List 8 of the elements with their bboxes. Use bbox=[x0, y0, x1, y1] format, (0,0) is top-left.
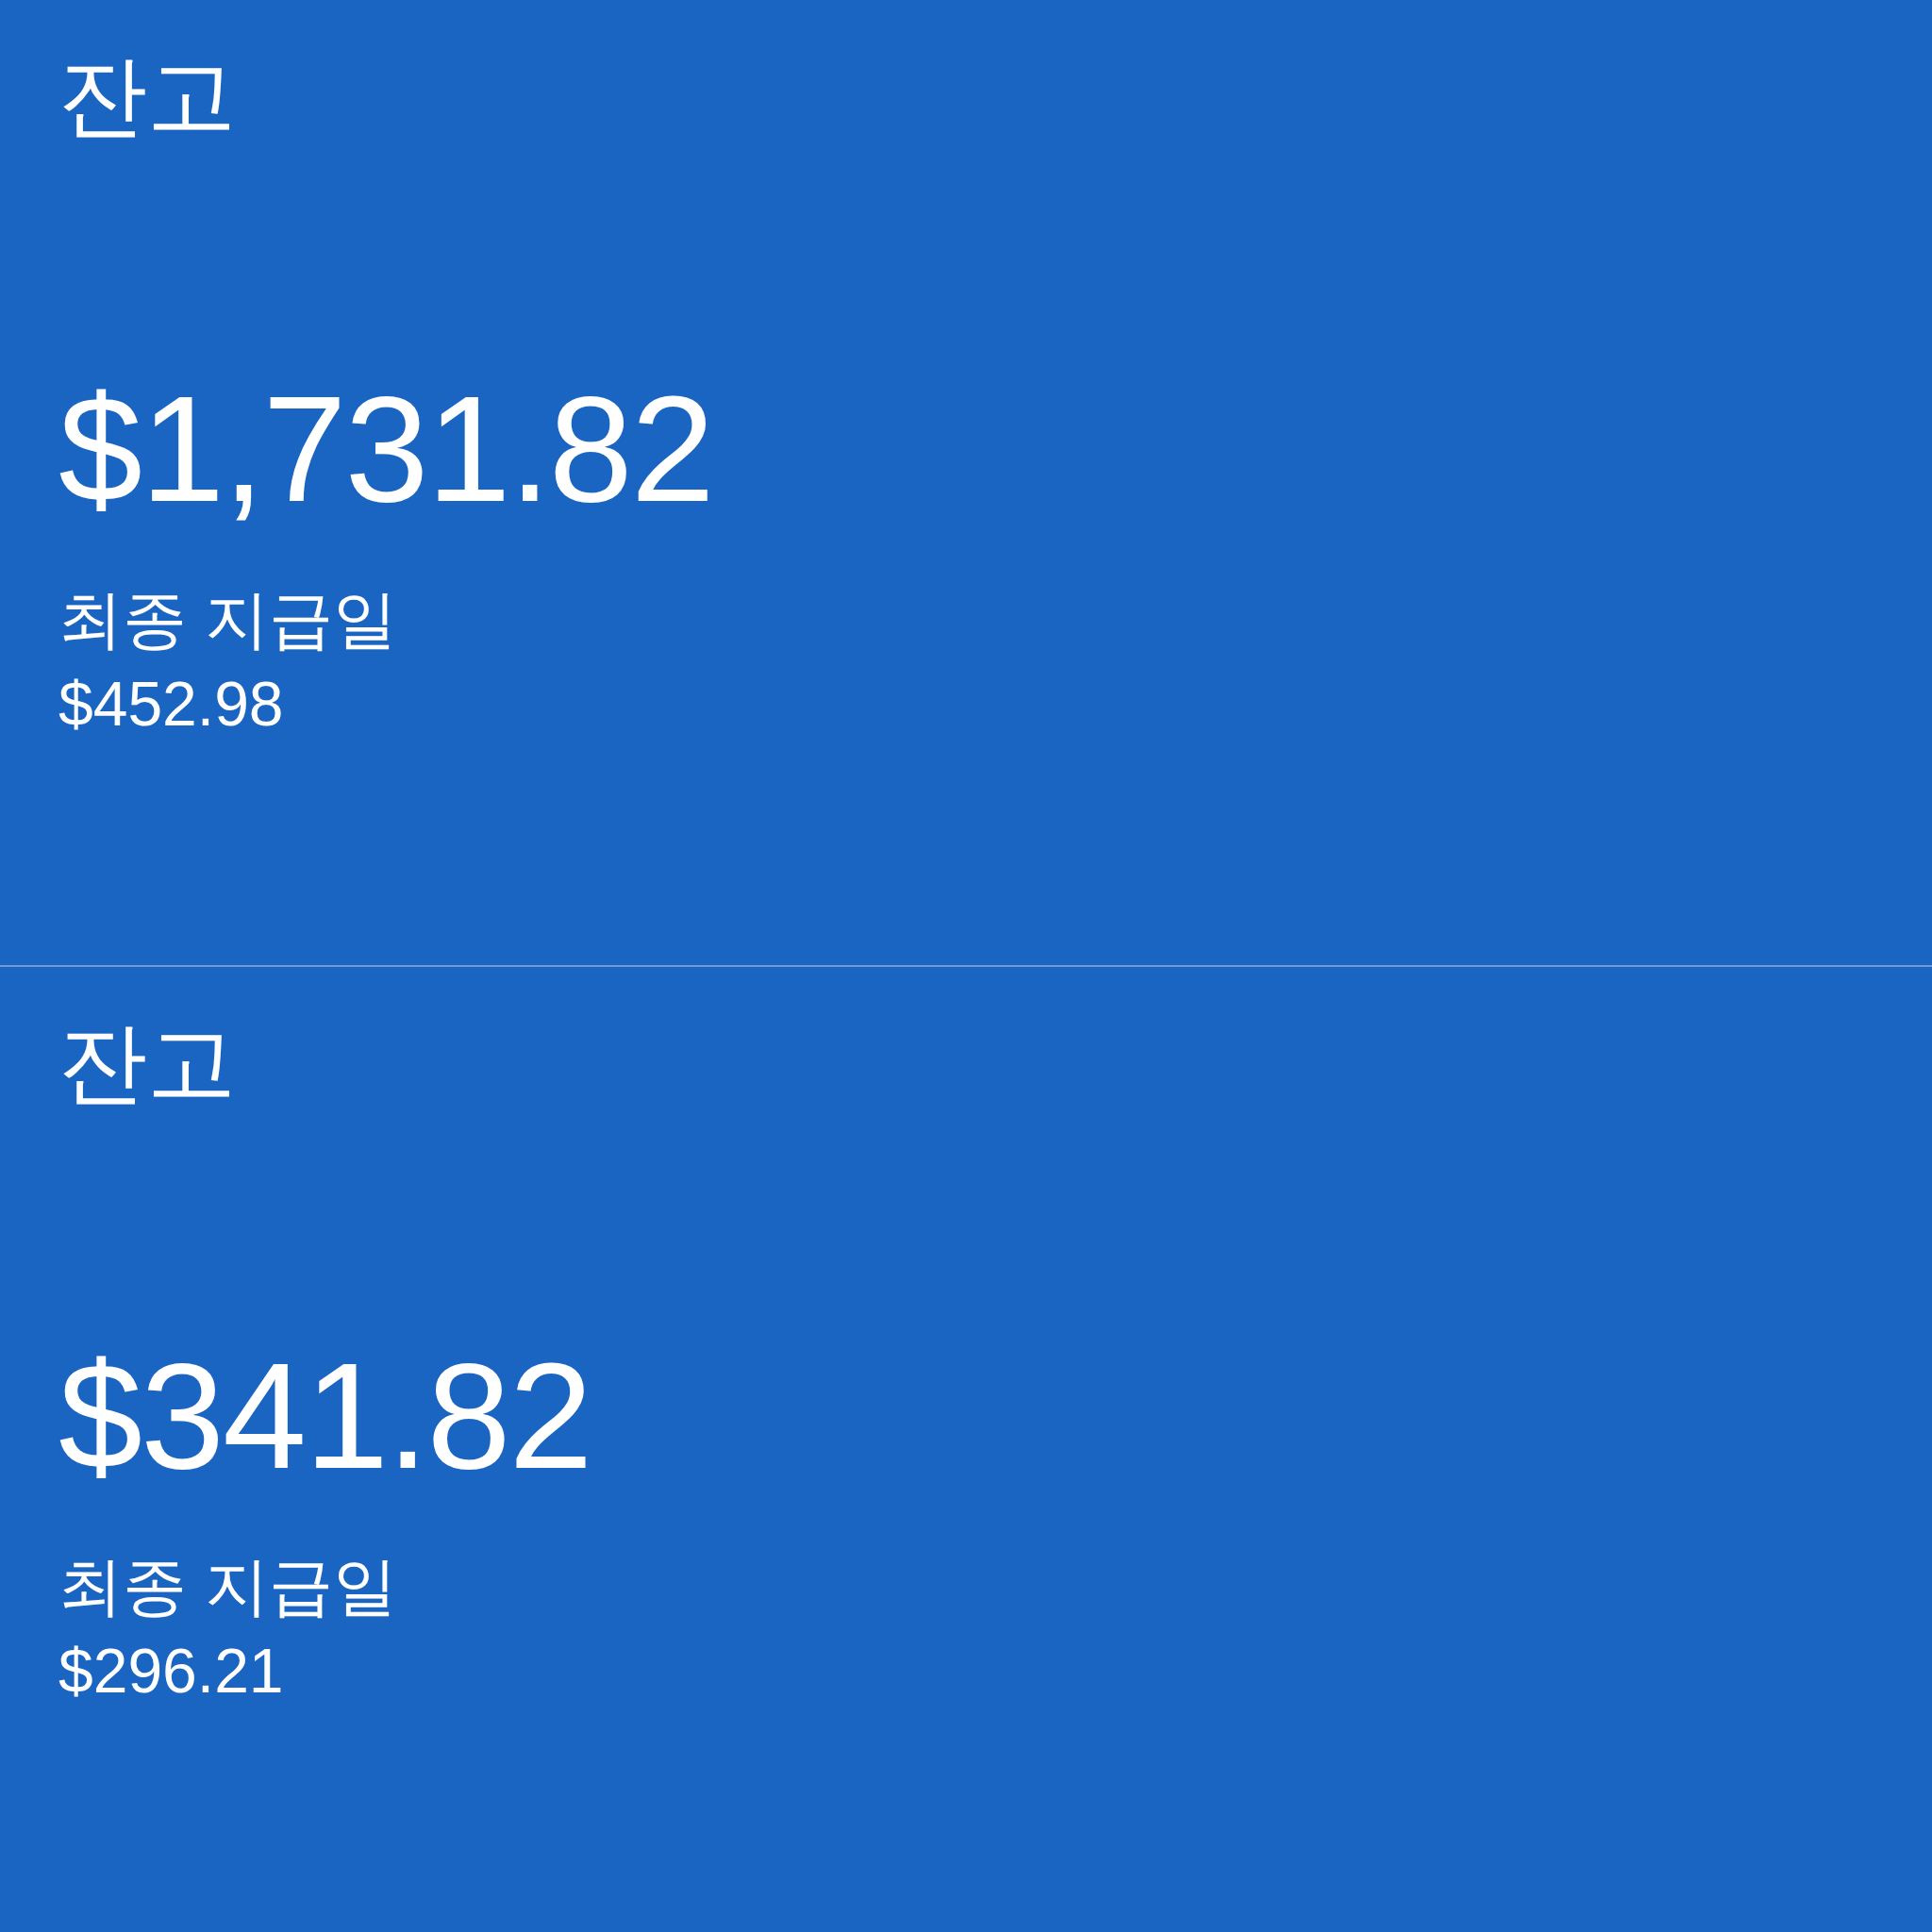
last-payment-label: 최종 지급일 bbox=[58, 582, 397, 658]
balance-amount: $341.82 bbox=[58, 1330, 591, 1503]
balance-amount: $1,731.82 bbox=[58, 363, 713, 536]
card-title: 잔고 bbox=[58, 45, 236, 147]
card-title: 잔고 bbox=[58, 1012, 236, 1114]
last-payment-amount: $296.21 bbox=[58, 1635, 284, 1708]
last-payment-label: 최종 지급일 bbox=[58, 1549, 397, 1624]
last-payment-amount: $452.98 bbox=[58, 668, 284, 741]
